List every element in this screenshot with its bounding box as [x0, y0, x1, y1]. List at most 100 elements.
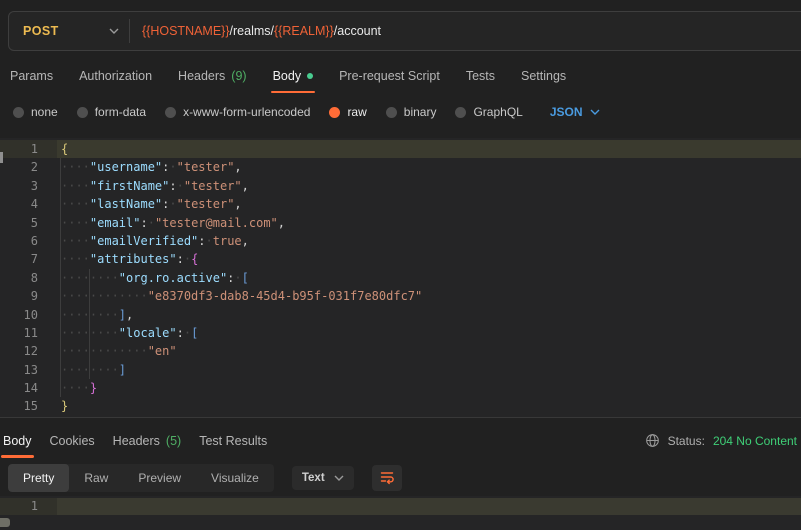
status-label: Status: [668, 434, 705, 448]
code-token: ···· [61, 216, 90, 230]
code-token: "username" [90, 160, 162, 174]
body-type-form-data[interactable]: form-data [77, 105, 146, 119]
code-token: , [234, 160, 241, 174]
response-tab-headers[interactable]: Headers (5) [113, 426, 182, 456]
code-token: , [234, 197, 241, 211]
line-number: 15 [0, 397, 57, 415]
tab-label: Pre-request Script [339, 69, 440, 83]
tab-headers[interactable]: Headers (9) [178, 61, 247, 91]
code-token: · [148, 216, 155, 230]
line-number: 13 [0, 361, 57, 379]
line-number: 14 [0, 379, 57, 397]
response-format-selector[interactable]: Text [292, 466, 354, 490]
code-token: ············ [61, 344, 148, 358]
wrap-line-button[interactable] [372, 465, 402, 491]
globe-icon [645, 433, 660, 448]
response-body-editor[interactable]: 1 [0, 496, 801, 530]
code-line[interactable]: 14····} [0, 379, 801, 397]
code-lines-container: 1{2····"username":·"tester",3····"firstN… [0, 140, 801, 416]
tab-pre-request-script[interactable]: Pre-request Script [339, 61, 440, 91]
code-line[interactable]: 13········] [0, 361, 801, 379]
code-token: ···· [61, 179, 90, 193]
option-label: binary [404, 105, 437, 119]
code-token: "lastName" [90, 197, 162, 211]
body-type-options: none form-data x-www-form-urlencoded raw… [0, 99, 801, 125]
tab-tests[interactable]: Tests [466, 61, 495, 91]
request-tabs: Params Authorization Headers (9) Body Pr… [0, 61, 801, 91]
code-line[interactable]: 8········"org.ro.active":·[ [0, 269, 801, 287]
code-line[interactable]: 15} [0, 397, 801, 415]
chevron-down-icon [109, 28, 119, 34]
tab-label: Headers [178, 69, 225, 83]
code-token: ············ [61, 289, 148, 303]
code-line[interactable]: 5····"email":·"tester@mail.com", [0, 214, 801, 232]
code-token: · [177, 179, 184, 193]
code-token: "tester@mail.com" [155, 216, 278, 230]
radio-icon [77, 107, 88, 118]
code-text: ············"en" [57, 342, 801, 360]
code-token: , [126, 308, 133, 322]
code-line[interactable]: 11········"locale":·[ [0, 324, 801, 342]
body-type-graphql[interactable]: GraphQL [455, 105, 522, 119]
tab-authorization[interactable]: Authorization [79, 61, 152, 91]
view-visualize-button[interactable]: Visualize [196, 464, 274, 492]
code-text: ····"lastName":·"tester", [57, 195, 801, 213]
code-line[interactable]: 12············"en" [0, 342, 801, 360]
code-token: ] [119, 308, 126, 322]
url-variable-segment: {{REALM}} [274, 24, 334, 38]
code-token: ···· [61, 197, 90, 211]
tab-body[interactable]: Body [273, 61, 314, 91]
url-input[interactable]: {{HOSTNAME}}/realms/{{REALM}}/account [130, 24, 381, 38]
tab-label: Body [3, 434, 32, 448]
code-token: "tester" [177, 197, 235, 211]
radio-selected-icon [329, 107, 340, 118]
option-label: raw [347, 105, 366, 119]
url-text-segment: /account [334, 24, 381, 38]
code-token: "en" [148, 344, 177, 358]
tab-settings[interactable]: Settings [521, 61, 566, 91]
code-line[interactable]: 6····"emailVerified":·true, [0, 232, 801, 250]
view-raw-button[interactable]: Raw [69, 464, 123, 492]
tab-label: Tests [466, 69, 495, 83]
view-pretty-button[interactable]: Pretty [8, 464, 69, 492]
code-token: · [169, 197, 176, 211]
code-text: ····"attributes":·{ [57, 250, 801, 268]
line-number: 1 [0, 140, 57, 158]
url-variable-segment: {{HOSTNAME}} [142, 24, 230, 38]
code-line[interactable]: 3····"firstName":·"tester", [0, 177, 801, 195]
code-token: · [184, 252, 191, 266]
line-number: 3 [0, 177, 57, 195]
scrollbar-fragment[interactable] [0, 152, 3, 163]
request-body-editor[interactable]: 1{2····"username":·"tester",3····"firstN… [0, 138, 801, 417]
code-text: { [57, 140, 801, 158]
view-preview-button[interactable]: Preview [123, 464, 196, 492]
body-type-none[interactable]: none [13, 105, 58, 119]
code-line[interactable]: 2····"username":·"tester", [0, 158, 801, 176]
code-token: ···· [61, 234, 90, 248]
code-line[interactable]: 9············"e8370df3-dab8-45d4-b95f-03… [0, 287, 801, 305]
line-number: 11 [0, 324, 57, 342]
body-type-binary[interactable]: binary [386, 105, 437, 119]
code-token: } [90, 381, 97, 395]
raw-language-selector[interactable]: JSON [550, 105, 600, 119]
response-tab-test-results[interactable]: Test Results [199, 426, 267, 456]
tab-label: Body [273, 69, 302, 83]
section-divider [0, 417, 801, 418]
chevron-down-icon [590, 109, 600, 115]
code-line[interactable]: 1 [0, 498, 801, 515]
tab-params[interactable]: Params [10, 61, 53, 91]
response-tab-cookies[interactable]: Cookies [50, 426, 95, 456]
response-tab-body[interactable]: Body [3, 426, 32, 456]
method-selector[interactable]: POST [9, 12, 129, 50]
body-type-x-www-form-urlencoded[interactable]: x-www-form-urlencoded [165, 105, 310, 119]
indent-guide [89, 269, 90, 379]
code-line[interactable]: 7····"attributes":·{ [0, 250, 801, 268]
unsaved-changes-dot-icon [307, 73, 313, 79]
body-type-raw[interactable]: raw [329, 105, 366, 119]
scrollbar-fragment[interactable] [0, 518, 10, 527]
code-line[interactable]: 4····"lastName":·"tester", [0, 195, 801, 213]
code-line[interactable]: 10········], [0, 306, 801, 324]
line-number: 9 [0, 287, 57, 305]
code-line[interactable]: 1{ [0, 140, 801, 158]
chevron-down-icon [334, 475, 344, 481]
